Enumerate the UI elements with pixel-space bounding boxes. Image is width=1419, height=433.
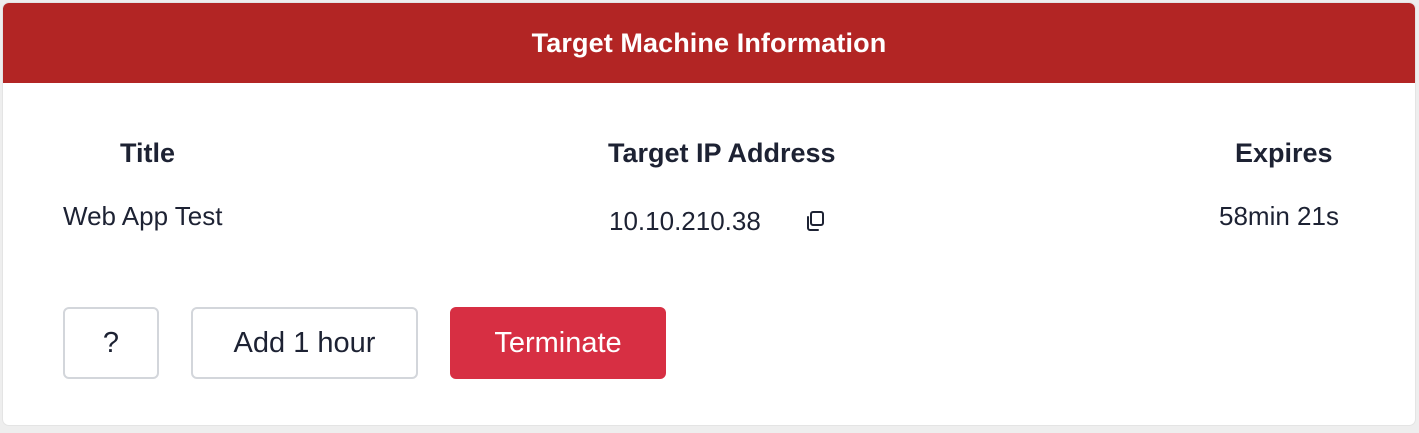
machine-title: Web App Test	[63, 201, 223, 231]
title-column-header: Title	[120, 138, 176, 168]
ip-column-header: Target IP Address	[608, 138, 836, 168]
help-button[interactable]: ?	[63, 307, 159, 379]
panel-title: Target Machine Information	[531, 27, 887, 58]
machine-ip-address[interactable]: 10.10.210.38	[609, 206, 761, 237]
add-hour-button[interactable]: Add 1 hour	[191, 307, 418, 379]
expires-column-header: Expires	[1235, 138, 1333, 168]
panel-header: Target Machine Information	[3, 3, 1415, 83]
expires-countdown: 58min 21s	[1219, 201, 1339, 231]
copy-icon	[807, 211, 824, 231]
target-machine-panel: Target Machine Information Title Target …	[3, 3, 1415, 425]
copy-ip-button[interactable]	[802, 208, 828, 234]
terminate-button[interactable]: Terminate	[450, 307, 666, 379]
